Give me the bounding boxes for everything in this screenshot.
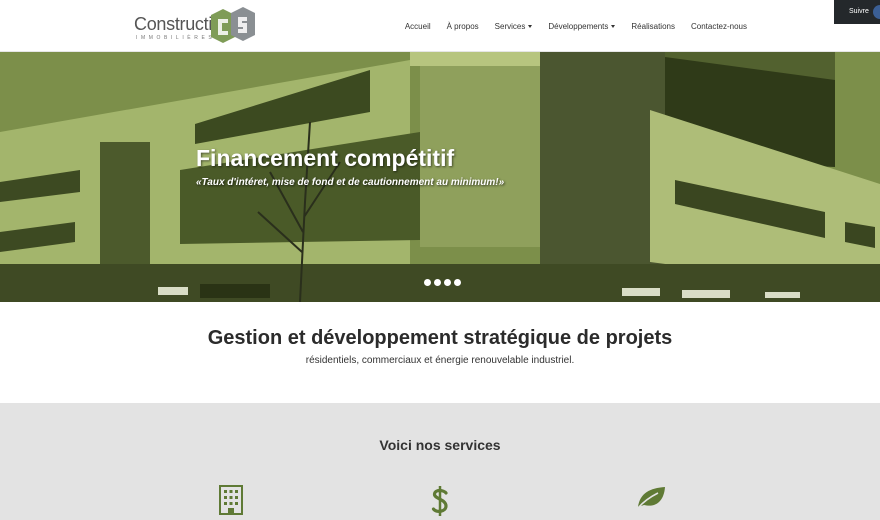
- leaf-icon: [637, 487, 665, 509]
- main-nav: Accueil À propos Services Développements…: [389, 0, 747, 52]
- dollar-icon: [431, 486, 448, 516]
- intro-subtitle: résidentiels, commerciaux et énergie ren…: [305, 355, 575, 366]
- carousel-dot-2[interactable]: [434, 279, 441, 286]
- follow-button[interactable]: Suivre: [834, 0, 880, 24]
- carousel-dot-4[interactable]: [454, 279, 461, 286]
- nav-item-contact[interactable]: Contactez-nous: [691, 22, 747, 31]
- nav-item-services[interactable]: Services: [495, 22, 533, 31]
- nav-item-developpements[interactable]: Développements: [548, 22, 616, 31]
- hero-carousel: Financement compétitif «Taux d'intéret, …: [0, 52, 880, 302]
- building-icon: [219, 485, 243, 515]
- hero-caption: «Taux d'intéret, mise de fond et de caut…: [196, 177, 505, 188]
- nav-item-realisations[interactable]: Réalisations: [631, 22, 675, 31]
- intro-title: Gestion et développement stratégique de …: [207, 327, 673, 349]
- carousel-indicators: [424, 279, 464, 286]
- follow-label: Suivre: [849, 8, 869, 15]
- follow-plus-icon: [873, 5, 880, 19]
- hero-title: Financement compétitif: [196, 145, 455, 171]
- caret-down-icon: [528, 24, 533, 28]
- navbar: Construction IMMOBILIÈRES Accueil À prop…: [0, 0, 880, 52]
- caret-down-icon: [611, 24, 616, 28]
- carousel-dot-3[interactable]: [444, 279, 451, 286]
- services-section: Voici nos services: [0, 403, 880, 520]
- logo-tagline: IMMOBILIÈRES: [136, 35, 216, 41]
- site-logo[interactable]: Construction IMMOBILIÈRES: [133, 6, 259, 46]
- logo-mark-icon: [211, 7, 255, 43]
- nav-item-accueil[interactable]: Accueil: [405, 22, 431, 31]
- services-title: Voici nos services: [379, 437, 501, 453]
- nav-item-a-propos[interactable]: À propos: [447, 22, 479, 31]
- carousel-dot-1[interactable]: [424, 279, 431, 286]
